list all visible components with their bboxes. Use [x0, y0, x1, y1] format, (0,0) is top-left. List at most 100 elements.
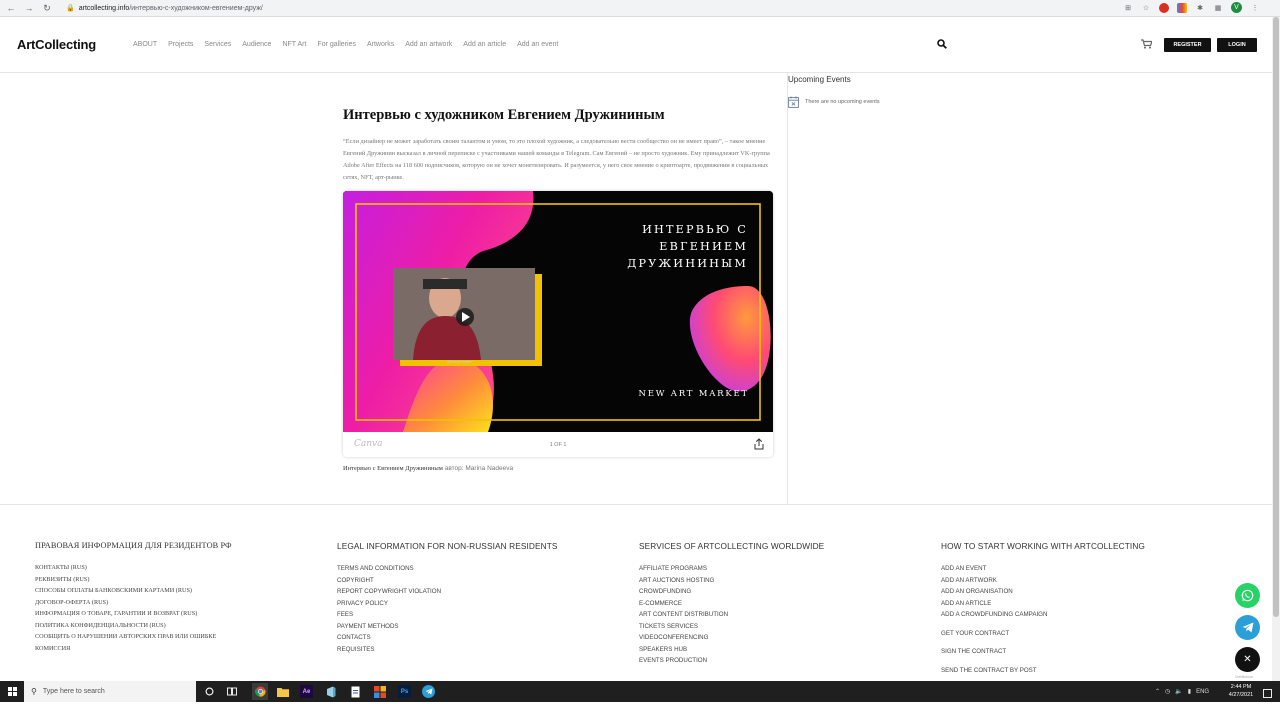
star-icon[interactable]: ☆ [1141, 3, 1151, 13]
slide-heading: ИНТЕРВЬЮ С ЕВГЕНИЕМ ДРУЖИНИНЫМ [533, 221, 748, 272]
menu-item-add-an-article[interactable]: Add an article [463, 41, 506, 48]
chevron-up-icon[interactable]: ⌃ [1155, 688, 1160, 695]
site-header: ArtCollecting ABOUT Projects Services Audie… [0, 17, 1272, 73]
footer-link[interactable]: ПОЛИТИКА КОНФИДЕНЦИАЛЬНОСТИ (RUS) [35, 620, 232, 632]
footer-link[interactable]: VIDEOCONFERENCING [639, 632, 824, 644]
canva-embed[interactable]: @designmaster ИНТЕРВЬЮ С ЕВГЕНИЕМ ДРУЖИН… [343, 191, 773, 457]
footer-link[interactable]: PAYMENT METHODS [337, 621, 558, 633]
menu-item-for-galleries[interactable]: For galleries [317, 41, 356, 48]
footer-list: ADD AN EVENT ADD AN ARTWORK ADD AN ORGANIS… [941, 563, 1145, 676]
extension-red-icon[interactable] [1159, 2, 1169, 13]
register-button[interactable]: REGISTER [1164, 38, 1211, 52]
windows-start-icon[interactable] [0, 681, 24, 702]
footer-link[interactable]: ADD AN ARTWORK [941, 575, 1145, 587]
puzzle-icon[interactable]: ✱ [1195, 3, 1205, 13]
menu-item-services[interactable]: Services [204, 41, 231, 48]
footer-link[interactable]: СПОСОБЫ ОПЛАТЫ БАНКОВСКИМИ КАРТАМИ (RUS) [35, 585, 232, 597]
app-icon[interactable] [324, 685, 337, 698]
footer-link[interactable]: SPEAKERS HUB [639, 644, 824, 656]
footer-divider [0, 504, 1272, 505]
task-view-icon[interactable] [225, 685, 238, 698]
footer-link[interactable]: CONTACTS [337, 632, 558, 644]
getbutton-credit[interactable]: GetButton [1235, 674, 1253, 679]
profile-avatar[interactable]: V [1231, 2, 1242, 13]
footer-column-legal: LEGAL INFORMATION FOR NON-RUSSIAN RESIDE… [337, 541, 558, 655]
footer-link[interactable]: ADD AN EVENT [941, 563, 1145, 575]
keyboard-language[interactable]: ENG [1196, 689, 1209, 695]
footer-link[interactable]: ART AUCTIONS HOSTING [639, 575, 824, 587]
file-explorer-icon[interactable] [276, 685, 289, 698]
footer-link[interactable]: ART CONTENT DISTRIBUTION [639, 609, 824, 621]
site-logo[interactable]: ArtCollecting [17, 37, 96, 52]
footer-link[interactable]: ADD AN ARTICLE [941, 598, 1145, 610]
footer-link[interactable]: КОМИССИЯ [35, 643, 232, 655]
footer-link[interactable]: FEES [337, 609, 558, 621]
extension-grid-icon[interactable]: ▦ [1213, 3, 1223, 13]
footer-link[interactable]: REPORT COPYWRIGHT VIOLATION [337, 586, 558, 598]
footer-link[interactable]: СООБЩИТЬ О НАРУШЕНИИ АВТОРСКИХ ПРАВ ИЛИ … [35, 631, 232, 643]
back-icon[interactable]: ← [4, 1, 18, 15]
footer-link[interactable]: COPYRIGHT [337, 575, 558, 587]
footer-link[interactable]: ИНФОРМАЦИЯ О ТОВАРЕ, ГАРАНТИИ И ВОЗВРАТ … [35, 608, 232, 620]
extension-color-icon[interactable] [1177, 2, 1187, 13]
forward-icon[interactable]: → [22, 1, 36, 15]
footer-link[interactable]: РЕКВИЗИТЫ (RUS) [35, 574, 232, 586]
speaker-icon[interactable]: 🔈 [1175, 688, 1182, 695]
footer-heading: LEGAL INFORMATION FOR NON-RUSSIAN RESIDE… [337, 541, 558, 551]
menu-item-add-an-event[interactable]: Add an event [517, 41, 558, 48]
footer-link[interactable]: SEND THE CONTRACT BY POST [941, 665, 1145, 677]
taskbar-search-box[interactable]: ⚲ Type here to search [24, 681, 196, 702]
footer-link[interactable]: GET YOUR CONTRACT [941, 628, 1145, 640]
notifications-icon[interactable] [1263, 686, 1272, 698]
whatsapp-button[interactable] [1235, 583, 1260, 608]
document-icon[interactable] [349, 685, 362, 698]
cortana-icon[interactable] [203, 685, 216, 698]
kebab-menu-icon[interactable]: ⋮ [1250, 3, 1260, 13]
footer-link[interactable]: ДОГОВОР-ОФЕРТА (RUS) [35, 597, 232, 609]
cart-icon[interactable] [1141, 39, 1153, 52]
embed-caption: Интервью с Евгением Дружининым автор: Ma… [343, 465, 513, 472]
menu-item-nft-art[interactable]: NFT Art [282, 41, 306, 48]
caption-title[interactable]: Интервью с Евгением Дружининым [343, 465, 443, 472]
battery-icon[interactable]: ▮ [1188, 688, 1191, 695]
menu-item-artworks[interactable]: Artworks [367, 41, 394, 48]
caption-author[interactable]: автор: Marina Nadeeva [445, 465, 513, 472]
photoshop-icon[interactable]: Ps [398, 685, 411, 698]
footer-link[interactable]: TICKETS SERVICES [639, 621, 824, 633]
telegram-button[interactable] [1235, 615, 1260, 640]
article-title: Интервью с художником Евгением Дружинины… [343, 107, 665, 123]
reload-icon[interactable]: ↻ [40, 1, 54, 15]
footer-link[interactable]: E-COMMERCE [639, 598, 824, 610]
search-icon[interactable] [937, 39, 947, 49]
footer-link[interactable]: ADD A CROWDFUNDING CAMPAIGN [941, 609, 1145, 621]
footer-link[interactable]: КОНТАКТЫ (RUS) [35, 562, 232, 574]
footer-link[interactable]: REQUISITES [337, 644, 558, 656]
footer-link[interactable]: ADD AN ORGANISATION [941, 586, 1145, 598]
menu-item-audience[interactable]: Audience [242, 41, 271, 48]
taskbar-clock[interactable]: 2:44 PM 4/27/2021 [1223, 684, 1259, 699]
after-effects-icon[interactable]: Ae [300, 685, 313, 698]
footer-link[interactable]: PRIVACY POLICY [337, 598, 558, 610]
footer-link[interactable]: TERMS AND CONDITIONS [337, 563, 558, 575]
footer-link[interactable]: EVENTS PRODUCTION [639, 655, 824, 667]
address-bar[interactable]: artcollecting.info/интервью-с-художником… [79, 5, 263, 12]
whatsapp-icon [1241, 589, 1254, 602]
menu-item-about[interactable]: ABOUT [133, 41, 157, 48]
scrollbar-thumb[interactable] [1273, 17, 1279, 617]
menu-item-projects[interactable]: Projects [168, 41, 193, 48]
network-icon[interactable]: ◷ [1165, 688, 1170, 695]
page-scrollbar[interactable] [1272, 17, 1280, 681]
menu-item-add-an-artwork[interactable]: Add an artwork [405, 41, 452, 48]
footer-list: КОНТАКТЫ (RUS) РЕКВИЗИТЫ (RUS) СПОСОБЫ ОПЛ… [35, 562, 232, 654]
grid-app-icon[interactable] [373, 685, 386, 698]
chrome-icon[interactable] [252, 683, 268, 700]
footer-link[interactable]: AFFILIATE PROGRAMS [639, 563, 824, 575]
login-button[interactable]: LOGIN [1217, 38, 1257, 52]
windows-taskbar: ⚲ Type here to search Ae Ps ⌃ ◷ 🔈 ▮ ENG … [0, 681, 1280, 702]
close-widget-button[interactable]: ✕ [1235, 647, 1260, 672]
footer-link[interactable]: CROWDFUNDING [639, 586, 824, 598]
share-icon[interactable] [754, 438, 764, 450]
install-icon[interactable]: ⊞ [1123, 3, 1133, 13]
footer-link[interactable]: SIGN THE CONTRACT [941, 646, 1145, 658]
telegram-desktop-icon[interactable] [422, 685, 435, 698]
